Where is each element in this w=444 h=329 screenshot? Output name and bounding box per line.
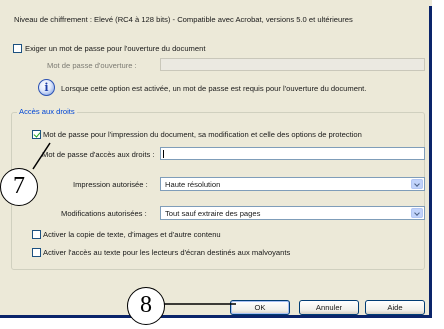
changes-allowed-select[interactable]: Tout sauf extraire des pages <box>160 206 425 220</box>
info-icon: i <box>38 79 55 96</box>
changes-allowed-label: Modifications autorisées : <box>61 209 147 218</box>
changes-allowed-value: Tout sauf extraire des pages <box>165 209 261 218</box>
callout-7: 7 <box>0 168 38 206</box>
printing-allowed-value: Haute résolution <box>165 180 221 189</box>
cancel-button[interactable]: Annuler <box>299 300 359 315</box>
printing-allowed-label: Impression autorisée : <box>73 180 148 189</box>
ok-button[interactable]: OK <box>230 300 290 315</box>
text-caret <box>163 150 164 158</box>
open-password-info-text: Lorsque cette option est activée, un mot… <box>61 84 367 93</box>
printing-allowed-select[interactable]: Haute résolution <box>160 177 425 191</box>
help-button[interactable]: Aide <box>365 300 425 315</box>
permissions-password-checkbox[interactable] <box>32 130 41 139</box>
permissions-password-field-label: Mot de passe d'accès aux droits : <box>42 150 155 159</box>
require-open-password-label: Exiger un mot de passe pour l'ouverture … <box>25 44 206 53</box>
chevron-down-icon[interactable] <box>411 179 423 189</box>
callout-8: 8 <box>127 287 165 325</box>
security-dialog: Niveau de chiffrement : Elevé (RC4 à 128… <box>0 0 432 318</box>
dialog-top-edge <box>0 0 432 6</box>
permissions-password-label: Mot de passe pour l'impression du docume… <box>43 130 362 139</box>
permissions-group-label: Accès aux droits <box>17 107 77 116</box>
open-password-field-label: Mot de passe d'ouverture : <box>47 61 137 70</box>
enable-accessibility-checkbox[interactable] <box>32 248 41 257</box>
require-open-password-checkbox[interactable] <box>13 44 22 53</box>
permissions-password-input[interactable] <box>160 147 425 160</box>
chevron-down-icon[interactable] <box>411 208 423 218</box>
enable-copy-checkbox[interactable] <box>32 230 41 239</box>
encryption-level-text: Niveau de chiffrement : Elevé (RC4 à 128… <box>14 15 353 24</box>
enable-accessibility-label: Activer l'accès au texte pour les lecteu… <box>43 248 291 257</box>
enable-copy-label: Activer la copie de texte, d'images et d… <box>43 230 221 239</box>
open-password-input[interactable] <box>160 58 425 71</box>
